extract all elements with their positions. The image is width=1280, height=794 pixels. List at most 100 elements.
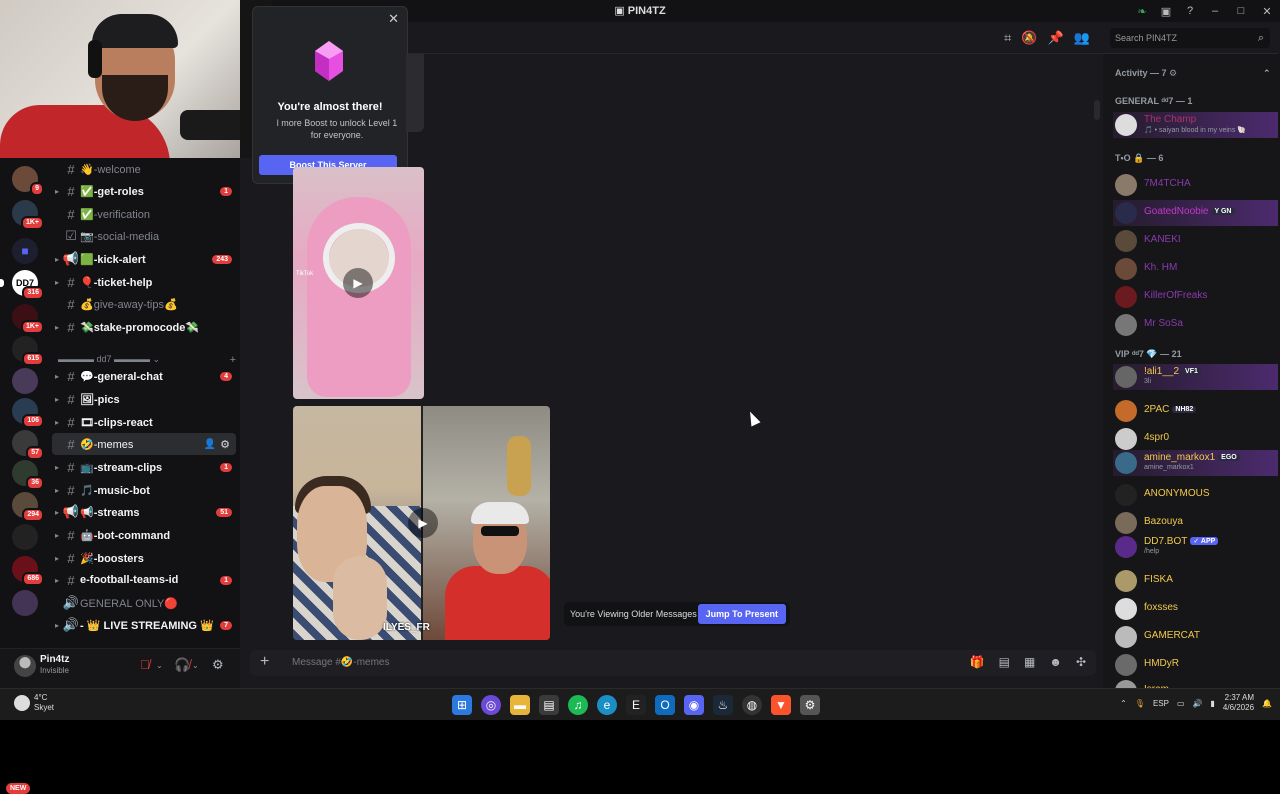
invite-icon[interactable]: 👤 — [204, 439, 216, 450]
member-item[interactable]: foxsses — [1113, 596, 1278, 622]
server-icon[interactable]: 615 — [12, 336, 44, 366]
notification-muted-icon[interactable]: 🔕 — [1021, 30, 1037, 46]
member-item[interactable]: The Champ 🎵 • saiyan blood in my veins 🐚 — [1113, 112, 1278, 138]
maximize-button[interactable]: □ — [1228, 5, 1254, 17]
brave-icon[interactable]: ▼ — [771, 695, 791, 715]
inbox-icon[interactable]: ▣ — [1154, 5, 1178, 18]
video-attachment[interactable]: TikTok ▶ — [293, 167, 424, 399]
steam-icon[interactable]: ♨ — [713, 695, 733, 715]
search-input[interactable]: Search PIN4TZ ⌕ — [1110, 28, 1270, 48]
mic-icon[interactable]: 🎙 — [1135, 699, 1145, 708]
minimize-button[interactable]: – — [1202, 5, 1228, 17]
member-item[interactable]: Kh. HM — [1113, 256, 1278, 282]
outlook-icon[interactable]: O — [655, 695, 675, 715]
channel-stream-clips[interactable]: ▸ # 📺-stream-clips 1 — [52, 456, 236, 478]
network-icon[interactable]: ▭ — [1177, 699, 1185, 708]
member-item[interactable]: DD7.BOT ✓ APP/help — [1113, 534, 1278, 560]
obs-icon[interactable]: ◍ — [742, 695, 762, 715]
member-item[interactable]: GoatedNoobie Y GN — [1113, 200, 1278, 226]
server-icon[interactable]: 1K+ — [12, 304, 44, 334]
pin-icon[interactable]: 📌 — [1048, 30, 1064, 46]
spotify-icon[interactable]: ♫ — [568, 695, 588, 715]
member-item[interactable]: GAMERCAT — [1113, 624, 1278, 650]
server-icon[interactable] — [12, 524, 38, 550]
member-item[interactable]: FISKA — [1113, 568, 1278, 594]
gear-icon[interactable]: ⚙ — [212, 657, 224, 673]
channel-give-away-tips[interactable]: # 💰give-away-tips💰 — [52, 293, 236, 315]
members-icon[interactable]: 👥 — [1074, 30, 1090, 46]
channel-get-roles[interactable]: ▸ # ✅-get-roles 1 — [52, 180, 236, 202]
gift-icon[interactable]: 🎁 — [970, 655, 985, 669]
file-explorer-icon[interactable]: ▬ — [510, 695, 530, 715]
jump-to-present-button[interactable]: Jump To Present — [697, 604, 786, 624]
member-item[interactable]: KANEKI — [1113, 228, 1278, 254]
start-icon[interactable]: ⊞ — [452, 695, 472, 715]
member-item[interactable]: 4spr0 — [1113, 426, 1278, 452]
server-icon-dd7[interactable]: DD7 316 — [0, 270, 44, 300]
channel-kick-alert[interactable]: ▸ 📢 🟩-kick-alert 243 — [52, 248, 236, 270]
play-icon[interactable]: ▶ — [343, 268, 373, 298]
clock[interactable]: 2:37 AM 4/6/2026 — [1223, 693, 1254, 713]
close-window-button[interactable]: ✕ — [1254, 5, 1280, 18]
server-icon[interactable]: 686 — [12, 556, 44, 586]
channel-music-bot[interactable]: ▸ # 🎵-music-bot — [52, 479, 236, 501]
notification-icon[interactable]: 🔔 — [1262, 699, 1272, 708]
server-icon[interactable]: 9 — [12, 166, 44, 196]
store-icon[interactable]: ▤ — [539, 695, 559, 715]
gif-icon[interactable]: ▤ — [999, 655, 1010, 669]
sticker-icon[interactable]: ▦ — [1024, 655, 1035, 669]
member-item[interactable]: Bazouya — [1113, 510, 1278, 536]
server-icon[interactable]: 57 — [12, 430, 44, 460]
settings-icon[interactable]: ⚙ — [800, 695, 820, 715]
activity-header[interactable]: Activity — 7 ⚙ ⌃ — [1115, 68, 1271, 79]
apps-icon[interactable]: ✣ — [1076, 655, 1086, 669]
chevron-up-icon[interactable]: ⌃ — [1263, 68, 1271, 79]
copilot-icon[interactable]: ◎ — [481, 695, 501, 715]
member-item[interactable]: ANONYMOUS — [1113, 482, 1278, 508]
help-icon[interactable]: ? — [1178, 5, 1202, 17]
channel-social-media[interactable]: ☑ 📷-social-media — [52, 225, 236, 247]
scrollbar[interactable] — [1094, 100, 1100, 120]
server-icon[interactable] — [12, 368, 38, 394]
discord-icon[interactable]: ◉ — [684, 695, 704, 715]
channel-ticket-help[interactable]: ▸ # 🎈-ticket-help — [52, 271, 236, 293]
edge-icon[interactable]: e — [597, 695, 617, 715]
server-icon[interactable]: 294 — [12, 492, 44, 522]
message-composer[interactable]: + Message #🤣-memes 🎁 ▤ ▦ ☻ ✣ — [250, 650, 1096, 676]
member-item[interactable]: Mr SoSa — [1113, 312, 1278, 338]
server-icon[interactable] — [12, 590, 38, 616]
member-item[interactable]: HMDyR — [1113, 652, 1278, 678]
gear-icon[interactable]: ⚙ — [220, 438, 230, 451]
server-icon[interactable]: 1K+ — [12, 200, 44, 230]
server-icon[interactable]: 36 — [12, 460, 44, 490]
volume-icon[interactable]: 🔊 — [1193, 699, 1203, 708]
server-icon[interactable]: 106 — [12, 398, 44, 428]
chevron-down-icon[interactable]: ⌄ — [192, 661, 199, 670]
close-icon[interactable]: ✕ — [388, 11, 399, 27]
weather-widget[interactable]: 4°C Skyet — [10, 693, 54, 713]
epic-games-icon[interactable]: E — [626, 695, 646, 715]
channel-clips-react[interactable]: ▸ # 🎞-clips-react — [52, 411, 236, 433]
member-item[interactable]: 2PAC NH82 — [1113, 398, 1278, 424]
emoji-icon[interactable]: ☻ — [1049, 655, 1062, 669]
message-input[interactable]: Message #🤣-memes — [292, 657, 389, 668]
channel-pics[interactable]: ▸ # 🖼-pics — [52, 388, 236, 410]
channel-bot-command[interactable]: ▸ # 🤖-bot-command — [52, 524, 236, 546]
language-indicator[interactable]: ESP — [1153, 699, 1169, 708]
folder-icon[interactable]: ■ — [12, 238, 38, 264]
member-item[interactable]: !ali1__2 VF1 3li — [1113, 364, 1278, 390]
channel-stake-promocode[interactable]: ▸ # 💸stake-promocode💸 — [52, 316, 236, 338]
channel-boosters[interactable]: ▸ # 🎉-boosters — [52, 547, 236, 569]
channel-verification[interactable]: # ✅-verification — [52, 203, 236, 225]
leaf-icon[interactable]: ❧ — [1130, 5, 1154, 18]
avatar[interactable] — [14, 655, 36, 677]
add-attachment-icon[interactable]: + — [260, 653, 269, 671]
chevron-up-icon[interactable]: ⌃ — [1120, 699, 1127, 708]
channel-e-football-teams-id[interactable]: ▸ # e-football-teams-id 1 — [52, 569, 236, 591]
battery-icon[interactable]: ▮ — [1210, 699, 1214, 708]
channel-memes[interactable]: # 🤣-memes 👤 ⚙ — [52, 433, 236, 455]
mic-muted-icon[interactable]: 🎙̸ — [140, 657, 150, 672]
member-item[interactable]: KillerOfFreaks — [1113, 284, 1278, 310]
threads-icon[interactable]: ⌗ — [1004, 30, 1011, 46]
headset-muted-icon[interactable]: 🎧̸ — [174, 657, 190, 673]
